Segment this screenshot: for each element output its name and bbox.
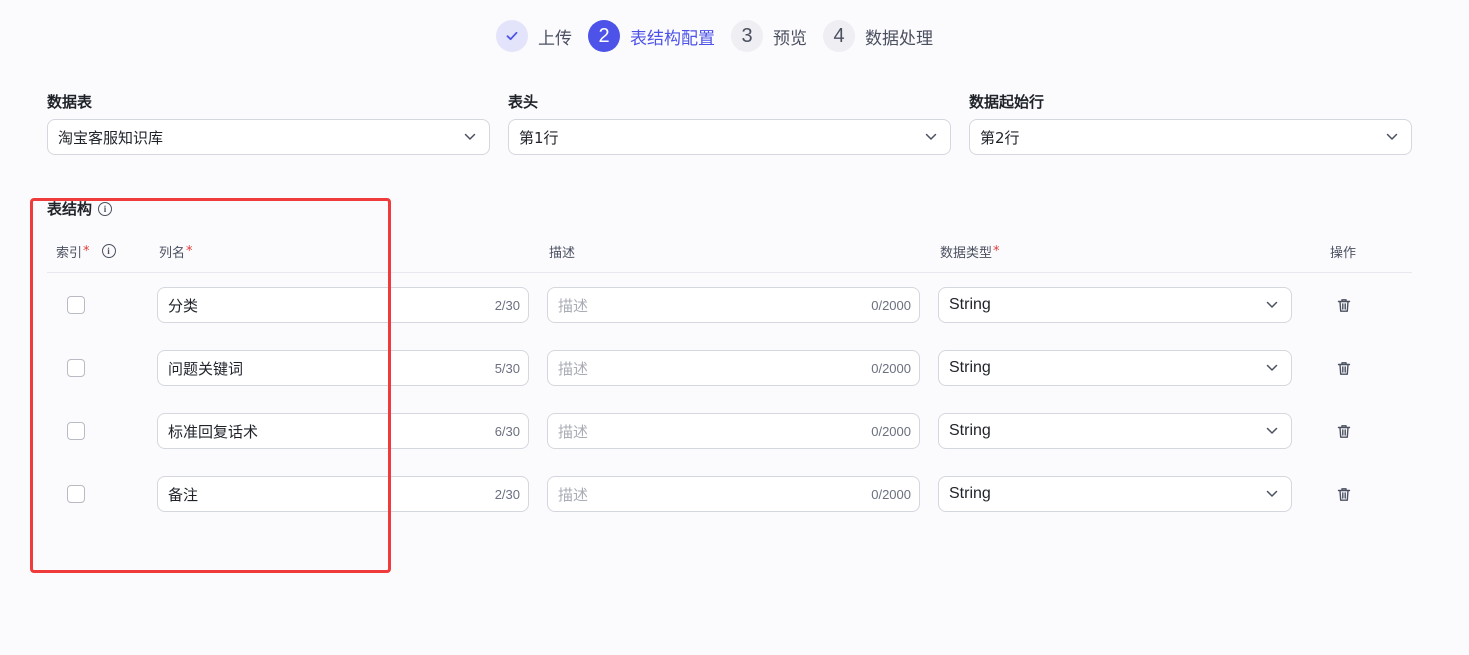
- table-select[interactable]: 淘宝客服知识库: [47, 119, 490, 155]
- index-checkbox[interactable]: [67, 485, 85, 503]
- char-counter: 0/2000: [871, 360, 911, 376]
- data-type-value: String: [949, 359, 991, 376]
- description-placeholder: 描述: [558, 296, 589, 315]
- char-counter: 0/2000: [871, 486, 911, 502]
- step-upload[interactable]: 上传: [496, 20, 572, 52]
- step-preview[interactable]: 3 预览: [731, 20, 807, 52]
- table-label: 数据表: [47, 93, 93, 111]
- chevron-down-icon: [924, 130, 938, 144]
- data-type-value: String: [949, 296, 991, 313]
- required-mark: *: [993, 243, 1000, 259]
- step-label: 预览: [773, 28, 807, 49]
- schema-title: 表结构: [47, 200, 93, 218]
- step-data-processing[interactable]: 4 数据处理: [823, 20, 933, 52]
- column-name-input[interactable]: 标准回复话术 6/30: [157, 413, 529, 449]
- column-header-description: 描述: [549, 242, 576, 261]
- chevron-down-icon: [1385, 130, 1399, 144]
- description-placeholder: 描述: [558, 422, 589, 441]
- column-name-value: 分类: [168, 296, 199, 315]
- info-icon[interactable]: i: [101, 244, 116, 258]
- chevron-down-icon: [463, 130, 477, 144]
- table-row: 标准回复话术 6/30 描述 0/2000 String: [0, 413, 1469, 449]
- trash-icon[interactable]: [1335, 422, 1353, 440]
- char-counter: 2/30: [494, 297, 520, 313]
- column-header-index: 索引 * i: [56, 242, 116, 261]
- table-row: 备注 2/30 描述 0/2000 String: [0, 476, 1469, 512]
- description-input[interactable]: 描述 0/2000: [547, 287, 920, 323]
- stepper: 上传 2 表结构配置 3 预览 4 数据处理: [496, 18, 949, 54]
- table-select-value: 淘宝客服知识库: [58, 128, 164, 147]
- chevron-down-icon: [1265, 487, 1279, 501]
- column-name-input[interactable]: 问题关键词 5/30: [157, 350, 529, 386]
- column-header-name: 列名 *: [159, 242, 193, 261]
- index-header-label: 索引: [56, 245, 83, 261]
- table-row: 问题关键词 5/30 描述 0/2000 String: [0, 350, 1469, 386]
- step-label: 上传: [538, 28, 572, 49]
- column-name-value: 标准回复话术: [168, 422, 259, 441]
- description-placeholder: 描述: [558, 359, 589, 378]
- chevron-down-icon: [1265, 298, 1279, 312]
- step-number: 3: [731, 20, 763, 52]
- step-1-check-icon: [496, 20, 528, 52]
- header-select[interactable]: 第1行: [508, 119, 951, 155]
- chevron-down-icon: [1265, 424, 1279, 438]
- chevron-down-icon: [1265, 361, 1279, 375]
- data-type-value: String: [949, 485, 991, 502]
- step-label: 数据处理: [865, 28, 933, 49]
- description-placeholder: 描述: [558, 485, 589, 504]
- data-type-select[interactable]: String: [938, 476, 1292, 512]
- start-row-select[interactable]: 第2行: [969, 119, 1412, 155]
- description-input[interactable]: 描述 0/2000: [547, 413, 920, 449]
- description-input[interactable]: 描述 0/2000: [547, 476, 920, 512]
- actions-header-label: 操作: [1330, 245, 1357, 261]
- start-row-select-value: 第2行: [980, 128, 1020, 147]
- start-row-label: 数据起始行: [969, 93, 1045, 111]
- column-name-value: 备注: [168, 485, 199, 504]
- data-type-select[interactable]: String: [938, 350, 1292, 386]
- header-field: 表头 第1行: [508, 92, 951, 155]
- column-header-actions: 操作: [1330, 242, 1357, 261]
- trash-icon[interactable]: [1335, 296, 1353, 314]
- trash-icon[interactable]: [1335, 359, 1353, 377]
- table-row: 分类 2/30 描述 0/2000 String: [0, 287, 1469, 323]
- data-type-select[interactable]: String: [938, 287, 1292, 323]
- table-field: 数据表 淘宝客服知识库: [47, 92, 490, 155]
- data-type-select[interactable]: String: [938, 413, 1292, 449]
- step-number: 2: [588, 20, 620, 52]
- step-label: 表结构配置: [630, 28, 715, 49]
- header-divider: [47, 272, 1412, 273]
- char-counter: 5/30: [494, 360, 520, 376]
- header-select-value: 第1行: [519, 128, 559, 147]
- header-label: 表头: [508, 93, 539, 111]
- schema-section-title: 表结构 i: [47, 198, 113, 219]
- start-row-field: 数据起始行 第2行: [969, 92, 1412, 155]
- char-counter: 0/2000: [871, 297, 911, 313]
- column-header-data-type: 数据类型 *: [940, 242, 1000, 261]
- required-mark: *: [83, 243, 90, 259]
- index-checkbox[interactable]: [67, 296, 85, 314]
- step-schema-config[interactable]: 2 表结构配置: [588, 20, 715, 52]
- info-icon[interactable]: i: [98, 201, 113, 216]
- description-input[interactable]: 描述 0/2000: [547, 350, 920, 386]
- data-type-header-label: 数据类型: [940, 245, 993, 261]
- char-counter: 6/30: [494, 423, 520, 439]
- column-name-input[interactable]: 分类 2/30: [157, 287, 529, 323]
- required-mark: *: [186, 243, 193, 259]
- column-name-input[interactable]: 备注 2/30: [157, 476, 529, 512]
- description-header-label: 描述: [549, 245, 576, 261]
- name-header-label: 列名: [159, 245, 186, 261]
- index-checkbox[interactable]: [67, 422, 85, 440]
- step-number: 4: [823, 20, 855, 52]
- index-checkbox[interactable]: [67, 359, 85, 377]
- data-type-value: String: [949, 422, 991, 439]
- trash-icon[interactable]: [1335, 485, 1353, 503]
- char-counter: 2/30: [494, 486, 520, 502]
- column-name-value: 问题关键词: [168, 359, 244, 378]
- char-counter: 0/2000: [871, 423, 911, 439]
